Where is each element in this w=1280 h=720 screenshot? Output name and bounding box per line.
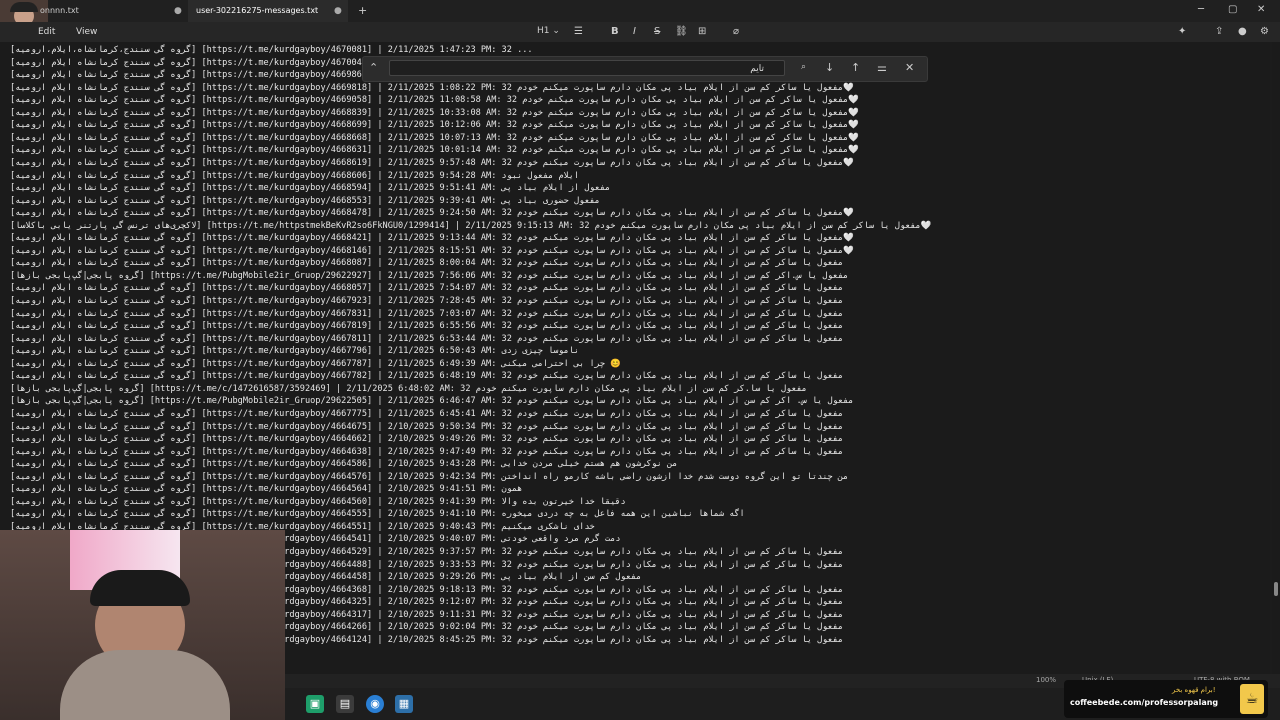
- coffee-banner[interactable]: برام قهوه بخر! coffeebede.com/professorp…: [1064, 680, 1268, 718]
- webcam-overlay: [0, 530, 285, 720]
- editor-line: [گروه گی سنندج کرمانشاه ایلام ارومیه] [h…: [10, 245, 854, 256]
- editor-line: [گروه گی سنندج کرمانشاه ایلام ارومیه] [h…: [10, 446, 844, 457]
- editor-line: [گروه گی سنندج کرمانشاه ایلام ارومیه] [h…: [10, 358, 621, 369]
- editor-line: [گروه گی سنندج کرمانشاه ایلام ارومیه] [h…: [10, 208, 854, 219]
- tab-messages[interactable]: user-302216275-messages.txt ●: [188, 0, 348, 22]
- editor-line: [گروه گی سنندج کرمانشاه ایلام ارومیه] [h…: [10, 408, 844, 419]
- editor-line: [گروه گی سنندج کرمانشاه ایلام ارومیه] [h…: [10, 283, 844, 294]
- tab-label: user-302216275-messages.txt: [196, 6, 319, 15]
- share-icon[interactable]: ⇪: [1215, 26, 1223, 37]
- menu-edit[interactable]: Edit: [38, 27, 55, 37]
- editor-line: [گروه پابجی|گپ‌پابجی بازها] [https://t.m…: [10, 383, 807, 394]
- minimize-icon[interactable]: ─: [1198, 4, 1204, 15]
- scrollbar-thumb[interactable]: [1274, 582, 1278, 596]
- coffee-cup-icon: ☕: [1240, 684, 1264, 714]
- editor-line: [گروه گی سنندج کرمانشاه ایلام ارومیه] [h…: [10, 170, 580, 181]
- editor-line: [گروه گی سنندج کرمانشاه ایلام ارومیه] [h…: [10, 321, 844, 332]
- banner-line2: coffeebede.com/professorpalang: [1070, 698, 1219, 707]
- find-bar: ⌃ ⌕ ↓ ↑ ⚌ ✕: [362, 56, 928, 82]
- app-icon[interactable]: ▤: [336, 695, 354, 713]
- tab-label: onnnn.txt: [40, 6, 79, 15]
- link-icon[interactable]: ⛓: [675, 26, 688, 37]
- editor-line: [گروه گی سنندج کرمانشاه ایلام ارومیه] [h…: [10, 195, 600, 206]
- tab-close-icon[interactable]: ●: [174, 0, 182, 22]
- menu-bar: Edit View H1 ⌄ ☰ B I S ⛓ ⊞ ⌀ ✦ ⇪ ● ⚙: [0, 22, 1280, 42]
- heading-dropdown[interactable]: H1 ⌄: [537, 26, 560, 36]
- new-tab-button[interactable]: +: [358, 4, 367, 17]
- editor-line: [گروه گی سنندج کرمانشاه ایلام ارومیه] [h…: [10, 421, 844, 432]
- editor-line: [گروه گی سنندج کرمانشاه ایلام ارومیه] [h…: [10, 371, 844, 382]
- editor-line: [گروه گی سنندج کرمانشاه ایلام ارومیه] [h…: [10, 145, 859, 156]
- close-find-icon[interactable]: ✕: [905, 61, 914, 74]
- tab-onnnn[interactable]: onnnn.txt ●: [34, 0, 184, 22]
- table-icon[interactable]: ⊞: [698, 26, 706, 37]
- settings-icon[interactable]: ⚙: [1260, 26, 1269, 37]
- notepad-icon[interactable]: ▦: [395, 695, 413, 713]
- find-options-icon[interactable]: ⚌: [877, 61, 887, 74]
- chevron-up-icon[interactable]: ⌃: [369, 61, 378, 74]
- banner-line1: برام قهوه بخر!: [1172, 686, 1216, 694]
- find-input[interactable]: [389, 60, 785, 76]
- strikethrough-icon[interactable]: S: [654, 26, 660, 37]
- editor-line: [گروه گی سنندج کرمانشاه ایلام ارومیه] [h…: [10, 346, 580, 357]
- ai-icon[interactable]: ✦: [1178, 26, 1186, 37]
- italic-icon[interactable]: I: [633, 26, 636, 37]
- next-match-icon[interactable]: ↓: [825, 61, 834, 74]
- previous-match-icon[interactable]: ↑: [851, 61, 860, 74]
- clear-format-icon[interactable]: ⌀: [733, 26, 739, 37]
- menu-view[interactable]: View: [76, 27, 97, 37]
- editor-line: [گروه گی سنندج کرمانشاه ایلام ارومیه] [h…: [10, 95, 859, 106]
- account-icon[interactable]: ●: [1238, 26, 1247, 37]
- editor-line: [گروه پابجی|گپ‌پابجی بازها] [https://t.m…: [10, 396, 854, 407]
- editor-line: [گروه گی سنندج،کرمانشاه،ایلام،ارومیه] [h…: [10, 45, 533, 55]
- editor-line: [گروه گی سنندج کرمانشاه ایلام ارومیه] [h…: [10, 57, 404, 68]
- list-icon[interactable]: ☰: [574, 26, 583, 37]
- editor-line: [گروه گی سنندج کرمانشاه ایلام ارومیه] [h…: [10, 233, 854, 244]
- search-icon: ⌕: [801, 62, 807, 72]
- editor-line: [گروه گی سنندج کرمانشاه ایلام ارومیه] [h…: [10, 107, 859, 118]
- maximize-icon[interactable]: ▢: [1228, 4, 1237, 15]
- editor-line: [گروه گی سنندج کرمانشاه ایلام ارومیه] [h…: [10, 132, 859, 143]
- editor-line: [گروه گی سنندج کرمانشاه ایلام ارومیه] [h…: [10, 484, 523, 495]
- editor-line: [گروه گی سنندج کرمانشاه ایلام ارومیه] [h…: [10, 157, 854, 168]
- editor-line: [گروه گی سنندج کرمانشاه ایلام ارومیه] [h…: [10, 459, 678, 470]
- editor-line: [گروه گی سنندج کرمانشاه ایلام ارومیه] [h…: [10, 496, 626, 507]
- editor-line: [گروه گی سنندج کرمانشاه ایلام ارومیه] [h…: [10, 258, 844, 269]
- editor-line: [گروه گی سنندج کرمانشاه ایلام ارومیه] [h…: [10, 333, 844, 344]
- vertical-scrollbar[interactable]: [1272, 42, 1280, 674]
- editor-line: [گروه پابجی|گپ‌پابجی بازها] [https://t.m…: [10, 270, 849, 281]
- editor-line: [گروه گی سنندج کرمانشاه ایلام ارومیه] [h…: [10, 82, 854, 93]
- editor-line: [گروه گی سنندج کرمانشاه ایلام ارومیه] [h…: [10, 308, 844, 319]
- editor-line: [لاکچری‌های ترنس گی پارتنر یابی باکلاسا]…: [10, 220, 932, 231]
- editor-line: [گروه گی سنندج کرمانشاه ایلام ارومیه] [h…: [10, 183, 611, 194]
- editor-line: [گروه گی سنندج کرمانشاه ایلام ارومیه] [h…: [10, 509, 745, 520]
- close-icon[interactable]: ✕: [1257, 4, 1265, 15]
- tab-close-icon[interactable]: ●: [334, 0, 342, 22]
- editor-line: [گروه گی سنندج کرمانشاه ایلام ارومیه] [h…: [10, 471, 849, 482]
- browser-icon[interactable]: ◉: [366, 695, 384, 713]
- editor-line: [گروه گی سنندج کرمانشاه ایلام ارومیه] [h…: [10, 120, 859, 131]
- app-icon[interactable]: ▣: [306, 695, 324, 713]
- editor-line: [گروه گی سنندج کرمانشاه ایلام ارومیه] [h…: [10, 434, 844, 445]
- editor-line: [گروه گی سنندج کرمانشاه ایلام ارومیه] [h…: [10, 296, 844, 306]
- bold-icon[interactable]: B: [611, 26, 619, 37]
- editor-line: [گروه گی سنندج کرمانشاه ایلام ارومیه] [h…: [10, 70, 404, 81]
- zoom-level[interactable]: 100%: [1036, 676, 1056, 684]
- title-bar: onnnn.txt ● user-302216275-messages.txt …: [0, 0, 1280, 40]
